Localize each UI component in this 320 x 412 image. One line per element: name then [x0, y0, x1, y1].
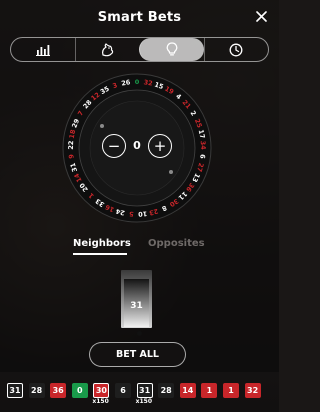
- history-item: 0: [71, 383, 88, 398]
- plus-button[interactable]: +: [148, 134, 172, 158]
- smart-bets-panel: Smart Bets 0 32 15 19 4 21 2 25 17 34 6 …: [0, 0, 279, 372]
- bar-chart-icon: [35, 44, 50, 56]
- mode-switch: Neighbors Opposites: [0, 238, 279, 258]
- wheel-number[interactable]: 34: [199, 141, 207, 151]
- smart-bets-tabs: [10, 37, 269, 62]
- history-item: 31: [136, 383, 153, 398]
- wheel-number[interactable]: 22: [67, 141, 75, 150]
- history-item: 14: [179, 383, 196, 398]
- tab-history[interactable]: [203, 38, 269, 61]
- wheel-number[interactable]: 32: [143, 78, 153, 87]
- number-slider[interactable]: 31: [121, 270, 152, 336]
- slider-value: 31: [130, 301, 143, 311]
- panel-title: Smart Bets: [97, 10, 182, 25]
- tab-special-bets[interactable]: [74, 38, 140, 61]
- mode-opposites[interactable]: Opposites: [148, 238, 205, 249]
- close-button[interactable]: [253, 8, 269, 24]
- minus-icon: −: [107, 136, 121, 155]
- dragon-icon: [102, 42, 114, 56]
- bet-all-button[interactable]: BET ALL: [89, 342, 186, 367]
- history-item: 1: [201, 383, 218, 398]
- mode-neighbors[interactable]: Neighbors: [73, 238, 131, 249]
- tab-smart-bets[interactable]: [139, 38, 204, 61]
- close-icon: [255, 10, 267, 22]
- wheel-marker-dot: [169, 170, 173, 174]
- history-item: 28: [28, 383, 45, 398]
- wheel-number[interactable]: 0: [135, 78, 140, 86]
- wheel-number[interactable]: 10: [137, 209, 147, 218]
- history-item: 32: [244, 383, 261, 398]
- history-item: 1: [223, 383, 239, 398]
- tab-statistics[interactable]: [11, 38, 75, 61]
- roulette-wheel[interactable]: 0 32 15 19 4 21 2 25 17 34 6 27 13 36 11 30 8 23 10 5 24 16 33…: [54, 72, 220, 224]
- wheel-number[interactable]: 26: [121, 78, 132, 87]
- lightbulb-icon: [166, 42, 178, 56]
- wheel-marker-dot: [100, 124, 104, 128]
- slider-handle[interactable]: [137, 331, 142, 336]
- history-item: 36: [50, 383, 67, 398]
- history-multiplier: x150: [92, 398, 109, 405]
- history-item: 28: [158, 383, 175, 398]
- results-history: 31 28 36 0 30 x150 6 31 x150 28 14 1 1 32: [0, 380, 279, 412]
- history-item: 31: [7, 383, 23, 398]
- slider-track: 31: [124, 279, 149, 336]
- history-multiplier: x150: [135, 398, 152, 405]
- history-item: 6: [115, 383, 131, 398]
- mode-underline: [73, 253, 127, 255]
- panel-header: Smart Bets: [0, 0, 279, 34]
- plus-icon: +: [153, 136, 167, 155]
- neighbors-count: 0: [133, 139, 141, 152]
- history-item: 30: [93, 383, 110, 398]
- clock-icon: [229, 43, 243, 56]
- minus-button[interactable]: −: [102, 134, 126, 158]
